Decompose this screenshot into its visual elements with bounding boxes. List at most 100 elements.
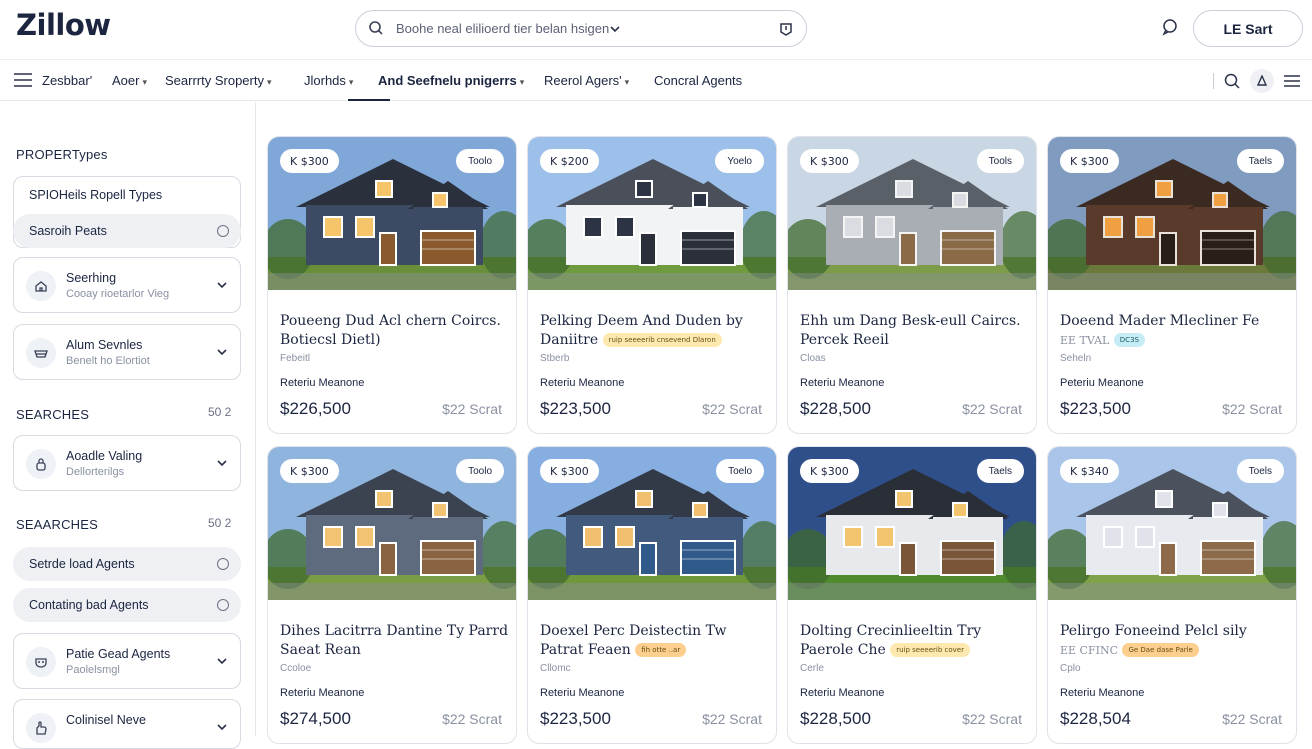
listing-title-text: Dihes Lacitrra Dantine Ty Parrd Saeat Re…	[280, 623, 509, 658]
listing-realtor: Reteriu Meanone	[800, 377, 885, 389]
menu-icon[interactable]	[14, 73, 32, 87]
nav-item-reerol-agers[interactable]: Reerol Agers' ▾	[544, 73, 629, 88]
searches-heading: SEARCHES	[16, 407, 90, 422]
listing-price: $274,500	[280, 709, 351, 728]
listing-title[interactable]: Poueeng Dud Acl chern Coircs. Botiecsl D…	[280, 312, 510, 350]
listing-realtor: Reteriu Meanone	[280, 687, 365, 699]
search-icon[interactable]	[1223, 72, 1241, 90]
listing-unit: $22 Scrat	[1222, 401, 1282, 417]
listing-price: $223,500	[540, 709, 611, 728]
mask-icon	[26, 647, 56, 677]
listing-title-text: Doexel Perc Deistectin Tw Patrat Feaen	[540, 623, 727, 658]
search-bar[interactable]: Boohe neal elilioerd tier belan hsigen	[355, 10, 807, 47]
listing-realtor: Reteriu Meanone	[540, 377, 625, 389]
listing-title[interactable]: Ehh um Dang Besk-eull Caircs. Percek Ree…	[800, 312, 1030, 350]
expander-subtitle: Benelt ho Elortiot	[66, 355, 150, 367]
listing-card[interactable]: K $300 Toelo Doexel Perc Deistectin Tw P…	[527, 446, 777, 744]
save-button[interactable]: Toolo	[456, 459, 504, 483]
price-tag: K $200	[540, 149, 599, 173]
expander-subtitle: Dellorterilgs	[66, 466, 125, 478]
nav-item-zesbbar[interactable]: Zesbbar'	[42, 73, 92, 88]
listing-title[interactable]: Pelirgo Foneeind Pelcl sily EE CFINC Ge D…	[1060, 622, 1290, 660]
filter-pill[interactable]: Setrde load Agents	[13, 547, 241, 581]
searches-heading: SEAARCHES	[16, 517, 98, 532]
radio-button[interactable]	[217, 599, 229, 611]
listing-card[interactable]: K $300 Taels Doeend Mader Mlecliner Fe EE…	[1047, 136, 1297, 434]
listing-price: $223,500	[1060, 399, 1131, 418]
chevron-down-icon[interactable]	[216, 457, 228, 469]
radio-button[interactable]	[217, 225, 229, 237]
radio-button[interactable]	[217, 558, 229, 570]
chevron-down-icon: ▾	[624, 77, 630, 87]
listing-meta: Febeitl	[280, 353, 311, 364]
filter-pill[interactable]: Contating bad Agents	[13, 588, 241, 622]
listing-card[interactable]: K $340 Toels Pelirgo Foneeind Pelcl sily…	[1047, 446, 1297, 744]
expander-title: Patie Gead Agents	[66, 647, 171, 661]
avatar[interactable]	[1250, 69, 1274, 93]
save-button[interactable]: Yoelo	[715, 149, 764, 173]
listing-card[interactable]: K $300 Toolo Poueeng Dud Acl chern Coirc…	[267, 136, 517, 434]
listing-meta: Stberb	[540, 353, 570, 364]
listing-meta: Seheln	[1060, 353, 1092, 364]
filter-sidebar: PROPERTypes SPIOHeils Ropell Types Sasro…	[0, 102, 256, 749]
nav-item-concral-agents[interactable]: Concral Agents	[654, 73, 742, 88]
chevron-down-icon[interactable]	[216, 279, 228, 291]
listing-realtor: Reteriu Meanone	[280, 377, 365, 389]
search-icon	[369, 21, 383, 35]
save-button[interactable]: Toels	[1236, 459, 1284, 483]
filter-expander[interactable]: Patie Gead Agents Paolelsmgl	[13, 633, 241, 689]
listing-unit: $22 Scrat	[442, 711, 502, 727]
listing-card[interactable]: K $300 Toolo Dihes Lacitrra Dantine Ty P…	[267, 446, 517, 744]
expander-subtitle: Paolelsmgl	[66, 664, 120, 676]
save-button[interactable]: Toelo	[716, 459, 764, 483]
listing-title[interactable]: Doeend Mader Mlecliner Fe EE TVAL DC3S	[1060, 312, 1290, 350]
filter-expander[interactable]: Colinisel Neve	[13, 699, 241, 749]
filter-pill[interactable]: Sasroih Peats	[13, 214, 241, 248]
filter-pill-label: Contating bad Agents	[29, 598, 149, 612]
nav-item-property[interactable]: Searrrty Sroperty ▾	[165, 73, 272, 88]
listing-price: $228,500	[800, 399, 871, 418]
property-types-title: SPIOHeils Ropell Types	[29, 188, 163, 202]
price-tag: K $300	[540, 459, 599, 483]
listing-title[interactable]: Pelking Deem And Duden by Daniitre ruip …	[540, 312, 770, 350]
nav-item-jlorhds[interactable]: Jlorhds ▾	[304, 73, 353, 88]
search-input[interactable]: Boohe neal elilioerd tier belan hsigen	[396, 21, 609, 36]
expander-title: Seerhing	[66, 271, 117, 285]
sign-in-button[interactable]: LE Sart	[1193, 10, 1303, 47]
map-pin-icon[interactable]	[777, 20, 795, 38]
main-nav: Zesbbar' Aoer ▾ Searrrty Sroperty ▾ Jlorhd…	[0, 59, 1312, 101]
listing-subline: EE TVAL	[1060, 334, 1110, 347]
user-icon	[1256, 75, 1268, 86]
chevron-down-icon[interactable]	[216, 655, 228, 667]
listing-title-text: Pelirgo Foneeind Pelcl sily	[1060, 623, 1247, 639]
filter-expander[interactable]: Aoadle Valing Dellorterilgs	[13, 435, 241, 491]
chevron-down-icon[interactable]	[216, 346, 228, 358]
listing-realtor: Reteriu Meanone	[540, 687, 625, 699]
listing-chip: Ge Dae dase Parle	[1122, 643, 1199, 657]
save-button[interactable]: Taels	[1236, 149, 1284, 173]
site-logo[interactable]: Zillow	[16, 8, 111, 42]
listing-title[interactable]: Dolting Crecinlieeltin Try Paerole Che r…	[800, 622, 1030, 660]
save-button[interactable]: Taels	[976, 459, 1024, 483]
nav-item-aoer[interactable]: Aoer ▾	[112, 73, 147, 88]
home-icon	[26, 271, 56, 301]
chat-icon[interactable]	[1160, 17, 1180, 37]
expander-title: Alum Sevnles	[66, 338, 143, 352]
listing-card[interactable]: K $300 Taels Dolting Crecinlieeltin Try …	[787, 446, 1037, 744]
listing-title[interactable]: Doexel Perc Deistectin Tw Patrat Feaen f…	[540, 622, 770, 660]
save-button[interactable]: Tools	[976, 149, 1024, 173]
chevron-down-icon[interactable]	[608, 22, 622, 36]
listing-chip: ruip seeeerib cover	[890, 643, 970, 657]
filter-expander[interactable]: Seerhing Cooay rioetarlor Vieg	[13, 257, 241, 313]
save-button[interactable]: Toolo	[456, 149, 504, 173]
filter-expander[interactable]: Alum Sevnles Benelt ho Elortiot	[13, 324, 241, 380]
menu-icon[interactable]	[1283, 72, 1301, 90]
listing-chip: ruip seeeerib cnsevend Dlaron	[602, 333, 722, 347]
listing-unit: $22 Scrat	[962, 401, 1022, 417]
listing-title[interactable]: Dihes Lacitrra Dantine Ty Parrd Saeat Re…	[280, 622, 510, 660]
price-tag: K $300	[800, 149, 859, 173]
nav-item-and-seefnelu[interactable]: And Seefnelu pnigerrs ▾	[378, 73, 524, 88]
listing-card[interactable]: K $300 Tools Ehh um Dang Besk-eull Cairc…	[787, 136, 1037, 434]
chevron-down-icon[interactable]	[216, 721, 228, 733]
listing-card[interactable]: K $200 Yoelo Pelking Deem And Duden by D…	[527, 136, 777, 434]
